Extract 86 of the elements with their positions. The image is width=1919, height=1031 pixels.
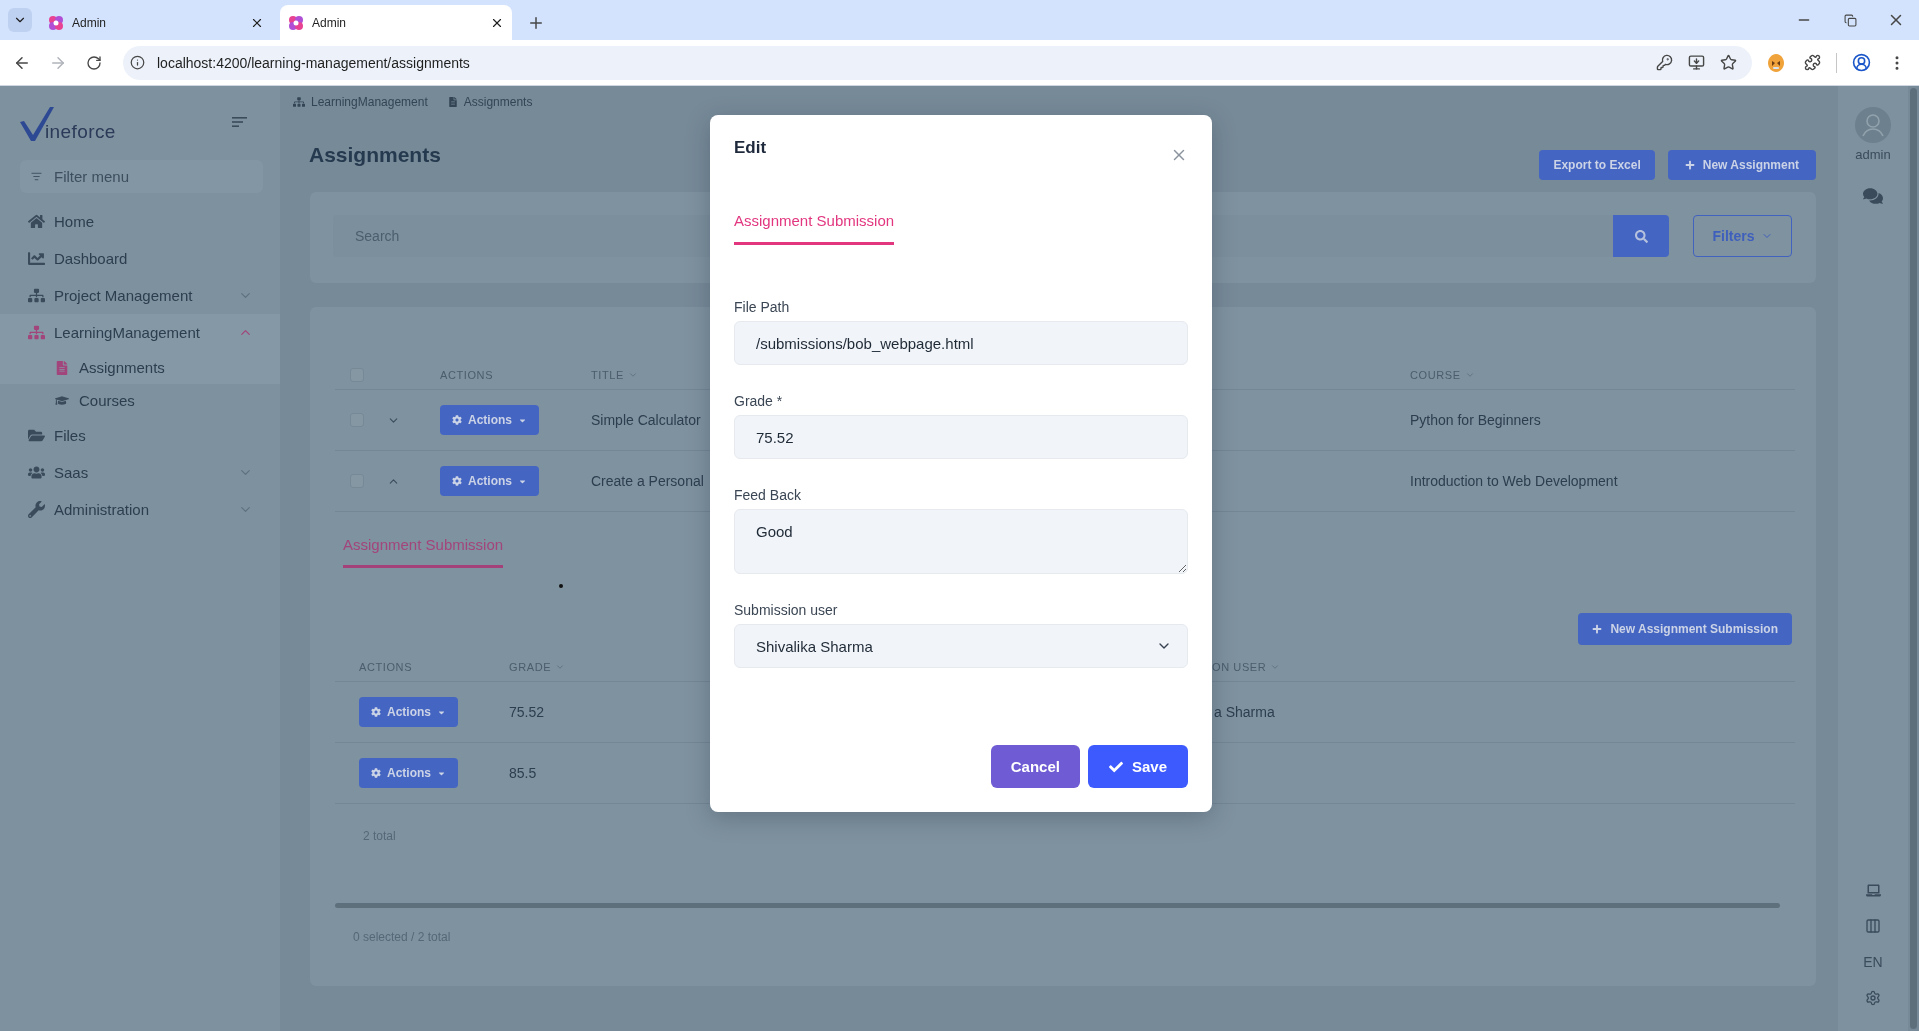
search-button[interactable]: [1613, 215, 1669, 257]
settings-icon[interactable]: [1865, 990, 1881, 1006]
sidebar-item[interactable]: Dashboard: [0, 240, 280, 277]
select-field[interactable]: Shivalika Sharma: [734, 624, 1188, 668]
dialog-title: Edit: [734, 137, 767, 159]
gear-icon: [371, 768, 381, 778]
sidebar-item[interactable]: Saas: [0, 454, 280, 491]
plus-icon: [1592, 624, 1603, 634]
export-button[interactable]: Export to Excel: [1539, 150, 1655, 180]
laptop-icon[interactable]: [1865, 882, 1881, 898]
filter-menu-field[interactable]: Filter menu: [20, 160, 263, 193]
users-icon: [27, 464, 45, 481]
install-icon[interactable]: [1687, 54, 1705, 71]
key-icon[interactable]: [1655, 54, 1673, 71]
chart-icon: [27, 250, 45, 267]
text-field[interactable]: 75.52: [734, 415, 1188, 459]
puzzle-icon[interactable]: [1803, 54, 1821, 71]
horizontal-scrollbar[interactable]: [335, 903, 1780, 908]
info-icon[interactable]: [130, 55, 145, 70]
document-icon: [447, 97, 458, 107]
save-button[interactable]: Save: [1087, 745, 1188, 788]
sitemap-icon: [27, 324, 45, 341]
filters-button[interactable]: Filters: [1693, 215, 1792, 257]
actions-button[interactable]: Actions: [440, 466, 539, 496]
profile-icon[interactable]: [1851, 53, 1871, 72]
browser-tab[interactable]: Admin: [280, 5, 512, 40]
gear-icon: [452, 415, 462, 425]
filter-icon: [31, 171, 42, 182]
grade-text: 85.5: [509, 765, 537, 781]
sidebar-item[interactable]: Home: [0, 203, 280, 240]
sidebar-item[interactable]: Courses: [0, 384, 280, 417]
flower-icon: [288, 14, 304, 31]
gear-icon: [452, 476, 462, 486]
columns-icon[interactable]: [1865, 918, 1881, 934]
dot-icon: [559, 584, 563, 588]
actions-button[interactable]: Actions: [440, 405, 539, 435]
gear-icon: [371, 707, 381, 717]
page-title: Assignments: [309, 142, 441, 168]
breadcrumb-link[interactable]: Assignments: [447, 95, 533, 109]
flower-icon: [48, 14, 64, 31]
chat-icon[interactable]: [1863, 186, 1883, 206]
field-label: Feed Back: [734, 486, 801, 505]
menu-icon[interactable]: [232, 117, 247, 127]
sitemap-icon: [27, 287, 45, 304]
sidebar-item[interactable]: LearningManagement: [0, 314, 280, 351]
folder-icon: [27, 427, 45, 444]
address-field[interactable]: localhost:4200/learning-management/assignments: [123, 45, 1752, 80]
text-field[interactable]: /submissions/bob_webpage.html: [734, 321, 1188, 365]
course-text: Python for Beginners: [1410, 412, 1541, 428]
field-label: Grade *: [734, 392, 783, 411]
tab-list-button[interactable]: [8, 8, 32, 32]
sidebar-item[interactable]: Administration: [0, 491, 280, 528]
document-icon: [55, 360, 69, 375]
new-submission-button[interactable]: New Assignment Submission: [1578, 613, 1792, 645]
breadcrumb-link[interactable]: LearningManagement: [293, 95, 428, 109]
check-icon: [1108, 759, 1123, 774]
sidebar-item[interactable]: Files: [0, 417, 280, 454]
extension-badge-icon[interactable]: [1768, 53, 1784, 72]
tab[interactable]: Assignment Submission: [734, 211, 895, 245]
language-link[interactable]: EN: [1863, 944, 1883, 980]
course-text: Introduction to Web Development: [1410, 473, 1618, 489]
field-label: Submission user: [734, 601, 838, 620]
actions-button[interactable]: Actions: [359, 758, 458, 788]
sidebar-item[interactable]: Project Management: [0, 277, 280, 314]
field-label: File Path: [734, 298, 790, 317]
search-icon: [1634, 229, 1648, 243]
vertical-scrollbar[interactable]: [1910, 88, 1917, 1029]
home-icon: [27, 213, 45, 230]
cancel-button[interactable]: Cancel: [990, 745, 1080, 788]
reload-icon[interactable]: [86, 54, 102, 71]
new-assignment-button[interactable]: New Assignment: [1667, 150, 1816, 180]
restore-icon[interactable]: [1843, 13, 1857, 27]
title-text: Simple Calculator: [591, 412, 701, 428]
title-text: Create a Personal: [591, 473, 704, 489]
actions-button[interactable]: Actions: [359, 697, 458, 727]
star-icon[interactable]: [1719, 54, 1737, 71]
sitemap-icon: [293, 96, 305, 108]
grade-text: 75.52: [509, 704, 545, 720]
logo-text: ineforce: [45, 122, 116, 141]
browser-tab[interactable]: Admin: [40, 5, 272, 40]
plus-icon: [1684, 160, 1695, 170]
user-name-text: a Sharma: [1214, 704, 1275, 720]
text-area-field[interactable]: Good: [734, 509, 1188, 574]
wrench-icon: [27, 501, 45, 518]
sidebar-item[interactable]: Assignments: [0, 351, 280, 384]
user-name-text: admin: [1855, 147, 1891, 162]
